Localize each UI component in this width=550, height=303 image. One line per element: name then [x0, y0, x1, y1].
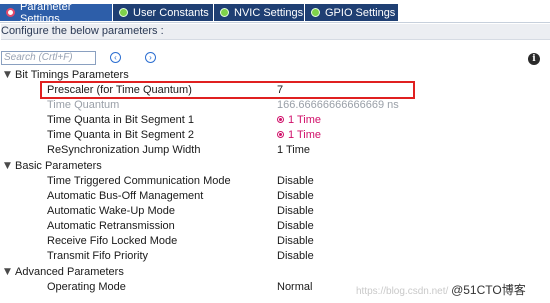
param-name: Automatic Wake-Up Mode: [47, 205, 175, 217]
param-value[interactable]: 1 Time: [277, 128, 321, 143]
param-name: Time Quantum: [47, 99, 120, 111]
param-value[interactable]: Disable: [277, 234, 314, 249]
param-time-triggered-mode[interactable]: Time Triggered Communication Mode Disabl…: [0, 174, 550, 189]
tab-label: Parameter Settings: [20, 0, 72, 25]
section-label: Advanced Parameters: [15, 266, 124, 278]
tab-label: GPIO Settings: [325, 6, 396, 19]
param-fifo-priority[interactable]: Transmit Fifo Priority Disable: [0, 249, 550, 264]
param-value[interactable]: Disable: [277, 204, 314, 219]
previous-match-button[interactable]: ‹: [110, 52, 121, 63]
toolbar: Search (Crtl+F) ‹ ›: [0, 46, 550, 68]
param-resync-jump-width[interactable]: ReSynchronization Jump Width 1 Time: [0, 143, 550, 158]
param-value[interactable]: Disable: [277, 219, 314, 234]
next-match-button[interactable]: ›: [145, 52, 156, 63]
watermark-brand: @51CTO博客: [451, 283, 526, 297]
chevron-right-icon: ›: [149, 53, 152, 62]
watermark-url: https://blog.csdn.net/: [356, 286, 449, 297]
section-basic[interactable]: ▼ Basic Parameters: [0, 159, 550, 174]
chevron-left-icon: ‹: [114, 53, 117, 62]
section-label: Basic Parameters: [15, 160, 102, 172]
warning-pin-icon: [277, 116, 284, 123]
param-time-quantum: Time Quantum 166.66666666666669 ns: [0, 98, 550, 113]
param-value[interactable]: 1 Time: [277, 143, 310, 158]
param-value[interactable]: Disable: [277, 249, 314, 264]
tab-status-icon: [119, 8, 128, 17]
chevron-down-icon: ▼: [4, 267, 11, 277]
chevron-down-icon: ▼: [4, 70, 11, 80]
chevron-down-icon: ▼: [4, 161, 11, 171]
param-name: Transmit Fifo Priority: [47, 250, 149, 262]
param-bus-off-management[interactable]: Automatic Bus-Off Management Disable: [0, 189, 550, 204]
param-bit-segment-1[interactable]: Time Quanta in Bit Segment 1 1 Time: [0, 113, 550, 128]
tab-user-constants[interactable]: User Constants: [113, 4, 214, 21]
param-value[interactable]: Normal: [277, 280, 312, 295]
param-value[interactable]: Disable: [277, 189, 314, 204]
param-name: Operating Mode: [47, 281, 126, 293]
param-bit-segment-2[interactable]: Time Quanta in Bit Segment 2 1 Time: [0, 128, 550, 143]
watermark: https://blog.csdn.net/ @51CTO博客: [356, 281, 526, 298]
tab-nvic-settings[interactable]: NVIC Settings: [214, 4, 305, 21]
tab-status-icon: [220, 8, 229, 17]
param-value-text: 1 Time: [288, 114, 322, 126]
configure-subtitle: Configure the below parameters :: [1, 24, 550, 40]
param-name: Time Quanta in Bit Segment 1: [47, 114, 194, 126]
info-icon[interactable]: i: [528, 53, 540, 65]
param-fifo-locked-mode[interactable]: Receive Fifo Locked Mode Disable: [0, 234, 550, 249]
param-wake-up-mode[interactable]: Automatic Wake-Up Mode Disable: [0, 204, 550, 219]
search-input[interactable]: Search (Crtl+F): [1, 51, 96, 65]
tab-label: User Constants: [133, 6, 209, 19]
param-retransmission[interactable]: Automatic Retransmission Disable: [0, 219, 550, 234]
tab-gpio-settings[interactable]: GPIO Settings: [305, 4, 399, 21]
param-value[interactable]: Disable: [277, 174, 314, 189]
param-name: Time Triggered Communication Mode: [47, 175, 231, 187]
tab-parameter-settings[interactable]: Parameter Settings: [0, 1, 113, 25]
tab-bar: Parameter Settings User Constants NVIC S…: [0, 0, 550, 25]
section-advanced[interactable]: ▼ Advanced Parameters: [0, 265, 550, 280]
param-name: Automatic Retransmission: [47, 220, 175, 232]
tab-status-icon: [311, 8, 320, 17]
tab-label: NVIC Settings: [234, 6, 304, 19]
param-name: Automatic Bus-Off Management: [47, 190, 204, 202]
highlight-box: [40, 81, 415, 99]
param-value[interactable]: 1 Time: [277, 113, 321, 128]
param-name: ReSynchronization Jump Width: [47, 144, 201, 156]
param-name: Receive Fifo Locked Mode: [47, 235, 178, 247]
tab-status-icon: [6, 8, 15, 17]
param-name: Time Quanta in Bit Segment 2: [47, 129, 194, 141]
param-value: 166.66666666666669 ns: [277, 99, 399, 111]
warning-pin-icon: [277, 131, 284, 138]
param-value-text: 1 Time: [288, 129, 322, 141]
